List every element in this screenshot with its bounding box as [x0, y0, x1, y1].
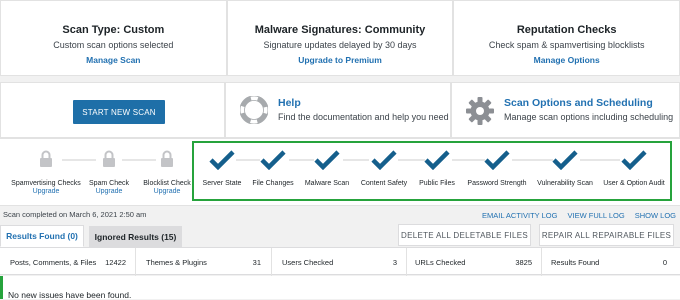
help-cell[interactable]: Help Find the documentation and help you…	[225, 82, 451, 138]
lock-icon	[103, 150, 115, 167]
step-upgrade-link[interactable]: Upgrade	[11, 188, 81, 195]
show-log-link[interactable]: SHOW LOG	[635, 211, 676, 220]
manage-scan-link[interactable]: Manage Scan	[1, 55, 226, 65]
view-full-log-link[interactable]: VIEW FULL LOG	[567, 211, 624, 220]
start-new-scan-button[interactable]: START NEW SCAN	[73, 100, 165, 124]
upgrade-premium-link[interactable]: Upgrade to Premium	[228, 55, 453, 65]
stat-divider	[406, 248, 407, 276]
stat-label: URLs Checked	[415, 258, 466, 267]
checkmark-icon	[314, 150, 340, 170]
delete-all-deletable-button[interactable]: DELETE ALL DELETABLE FILES	[398, 224, 531, 246]
stat-label: Themes & Plugins	[146, 258, 207, 267]
lock-icon	[161, 150, 173, 167]
stat-divider	[541, 248, 542, 276]
checkmark-icon	[209, 150, 235, 170]
stat-label: Results Found	[551, 258, 600, 267]
malware-signatures-subtitle: Signature updates delayed by 30 days	[263, 40, 417, 50]
scan-type-subtitle: Custom scan options selected	[53, 40, 174, 50]
stat-divider	[135, 248, 136, 276]
reputation-checks-subtitle: Check spam & spamvertising blocklists	[488, 40, 645, 50]
reputation-checks-title: Reputation Checks	[516, 24, 617, 36]
step-label: User & Option Audit	[603, 180, 665, 187]
scan-stats-row: Posts, Comments, & Files 12422 Themes & …	[0, 247, 680, 276]
help-subtitle: Find the documentation and help you need	[278, 112, 449, 122]
top-cards: Scan Type: Custom Custom scan options se…	[0, 0, 680, 76]
stat-value: 3	[392, 258, 397, 267]
scan-type-title: Scan Type: Custom	[62, 24, 165, 36]
no-issues-notice: No new issues have been found.	[0, 276, 680, 300]
start-scan-cell: START NEW SCAN	[0, 82, 225, 138]
step-upgrade-link[interactable]: Upgrade	[132, 188, 202, 195]
repair-all-repairable-button[interactable]: REPAIR ALL REPAIRABLE FILES	[539, 224, 674, 246]
checkmark-icon	[484, 150, 510, 170]
lifebuoy-icon	[240, 96, 268, 124]
manage-options-link[interactable]: Manage Options	[454, 55, 679, 65]
scan-options-subtitle: Manage scan options including scheduling	[504, 112, 674, 122]
stat-value: 31	[252, 258, 261, 267]
checkmark-icon	[260, 150, 286, 170]
gear-icon	[466, 97, 494, 125]
tab-ignored-results[interactable]: Ignored Results (15)	[89, 226, 182, 248]
checkmark-icon	[371, 150, 397, 170]
malware-signatures-card: Malware Signatures: Community Signature …	[226, 0, 454, 76]
help-title[interactable]: Help	[278, 97, 301, 109]
checkmark-icon	[552, 150, 578, 170]
scan-completed-status: Scan completed on March 6, 2021 2:50 am	[3, 210, 147, 219]
tab-results-found[interactable]: Results Found (0)	[0, 225, 84, 247]
reputation-checks-card: Reputation Checks Check spam & spamverti…	[453, 0, 680, 76]
scan-type-card: Scan Type: Custom Custom scan options se…	[0, 0, 227, 76]
scan-options-title[interactable]: Scan Options and Scheduling	[504, 97, 653, 109]
stat-label: Users Checked	[282, 258, 334, 267]
stat-divider	[271, 248, 272, 276]
stat-value: 12422	[105, 258, 126, 267]
scan-options-cell[interactable]: Scan Options and Scheduling Manage scan …	[451, 82, 680, 138]
email-activity-log-link[interactable]: EMAIL ACTIVITY LOG	[482, 211, 557, 220]
malware-signatures-title: Malware Signatures: Community	[254, 24, 426, 36]
stat-value: 3825	[515, 258, 532, 267]
checkmark-icon	[424, 150, 450, 170]
log-links: EMAIL ACTIVITY LOG VIEW FULL LOG SHOW LO…	[482, 211, 676, 220]
stat-value: 0	[662, 258, 667, 267]
lock-icon	[40, 150, 52, 167]
checkmark-icon	[621, 150, 647, 170]
action-row: START NEW SCAN Help Find the documentati…	[0, 82, 680, 138]
